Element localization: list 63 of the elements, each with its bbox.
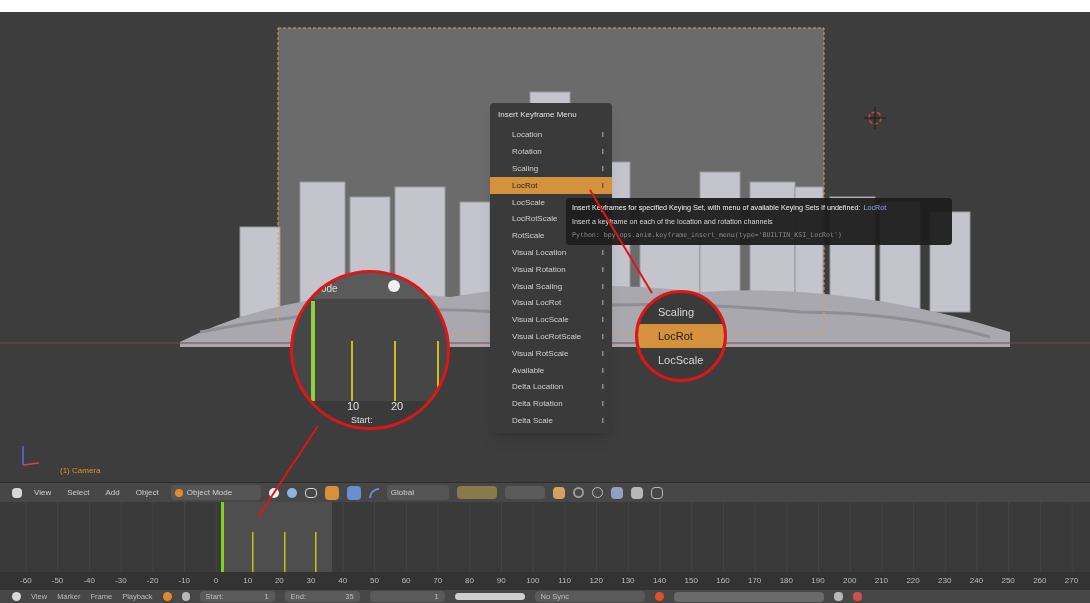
menu-item[interactable]: Available I bbox=[490, 362, 612, 379]
menu-title: Insert Keyframe Menu bbox=[497, 109, 578, 121]
ruler-number: 140 bbox=[651, 575, 668, 587]
ruler-number: 250 bbox=[1000, 575, 1016, 587]
record-icon[interactable] bbox=[654, 592, 664, 601]
ruler-number: 120 bbox=[588, 575, 604, 587]
ruler-number: 130 bbox=[620, 575, 636, 587]
ruler-number: 60 bbox=[400, 575, 412, 587]
cursor-icon bbox=[864, 107, 886, 129]
menu-item[interactable]: LocRot I bbox=[490, 177, 612, 195]
object-label: (1) Camera bbox=[60, 465, 101, 477]
ruler-number: 240 bbox=[968, 575, 985, 587]
ruler-number: 30 bbox=[305, 575, 317, 587]
ruler-number: 10 bbox=[242, 575, 254, 587]
menu-item[interactable]: Visual LocRot I bbox=[490, 294, 612, 312]
ruler-number: 190 bbox=[810, 575, 826, 587]
menu-item[interactable]: Visual Rotation I bbox=[490, 261, 612, 279]
ruler-number: 230 bbox=[937, 575, 953, 587]
ruler-number: 210 bbox=[873, 575, 890, 587]
ruler-number: 170 bbox=[746, 575, 763, 587]
ruler-number: -10 bbox=[177, 575, 192, 587]
start-label: Start: bbox=[351, 416, 373, 425]
menu-item[interactable]: Visual RotScale I bbox=[490, 345, 612, 363]
ruler-number: 20 bbox=[273, 575, 285, 587]
menu-item[interactable]: Scaling I bbox=[490, 160, 612, 178]
menu-item[interactable]: Visual Scaling I bbox=[490, 278, 612, 295]
ruler-number: 70 bbox=[432, 575, 444, 587]
menu-item[interactable]: Visual LocRotScale I bbox=[490, 328, 612, 346]
ruler-number: 270 bbox=[1063, 575, 1080, 587]
ruler-number: 180 bbox=[778, 575, 794, 587]
ruler-number: 90 bbox=[495, 575, 507, 587]
ruler-number: 200 bbox=[842, 575, 858, 587]
menu-button[interactable]: Select bbox=[63, 486, 94, 499]
menu-item[interactable]: Delta Scale I bbox=[490, 412, 612, 430]
axis-icon bbox=[20, 445, 40, 467]
ruler-number: 40 bbox=[337, 575, 349, 587]
menu-item[interactable]: Location I bbox=[490, 127, 612, 144]
ruler-number: -40 bbox=[82, 575, 96, 587]
ruler-number: -30 bbox=[114, 575, 128, 587]
ruler-number: 100 bbox=[525, 575, 541, 587]
ruler-number: -60 bbox=[19, 575, 33, 587]
ruler-number: -20 bbox=[145, 575, 160, 587]
ruler-number: 50 bbox=[368, 575, 380, 587]
mode-dropdown[interactable]: Object Mode bbox=[170, 485, 261, 500]
menu-item[interactable]: Rotation I bbox=[490, 143, 612, 161]
menu-button[interactable]: Object bbox=[131, 486, 163, 499]
ruler-number: 260 bbox=[1032, 575, 1048, 587]
ruler-number: 0 bbox=[212, 575, 220, 587]
menu-item[interactable]: Visual LocScale I bbox=[490, 311, 612, 329]
ruler-number: 10 bbox=[347, 401, 360, 412]
menu-button[interactable]: Add bbox=[101, 486, 124, 499]
orientation-dropdown[interactable]: Global bbox=[386, 485, 449, 500]
ruler-number: 80 bbox=[464, 575, 475, 587]
menu-button[interactable]: View bbox=[30, 486, 56, 499]
ruler-number: 220 bbox=[905, 575, 921, 587]
menu-item[interactable]: Delta Location I bbox=[490, 378, 612, 396]
menu-item[interactable]: Delta Rotation I bbox=[490, 395, 612, 413]
ruler-number: 20 bbox=[391, 401, 404, 412]
ruler-number: 150 bbox=[683, 575, 699, 587]
ruler-number: 110 bbox=[557, 575, 572, 587]
menu-item[interactable]: Visual Location I bbox=[490, 244, 612, 262]
ruler-number: -50 bbox=[50, 575, 65, 587]
ruler-number: 160 bbox=[715, 575, 731, 587]
